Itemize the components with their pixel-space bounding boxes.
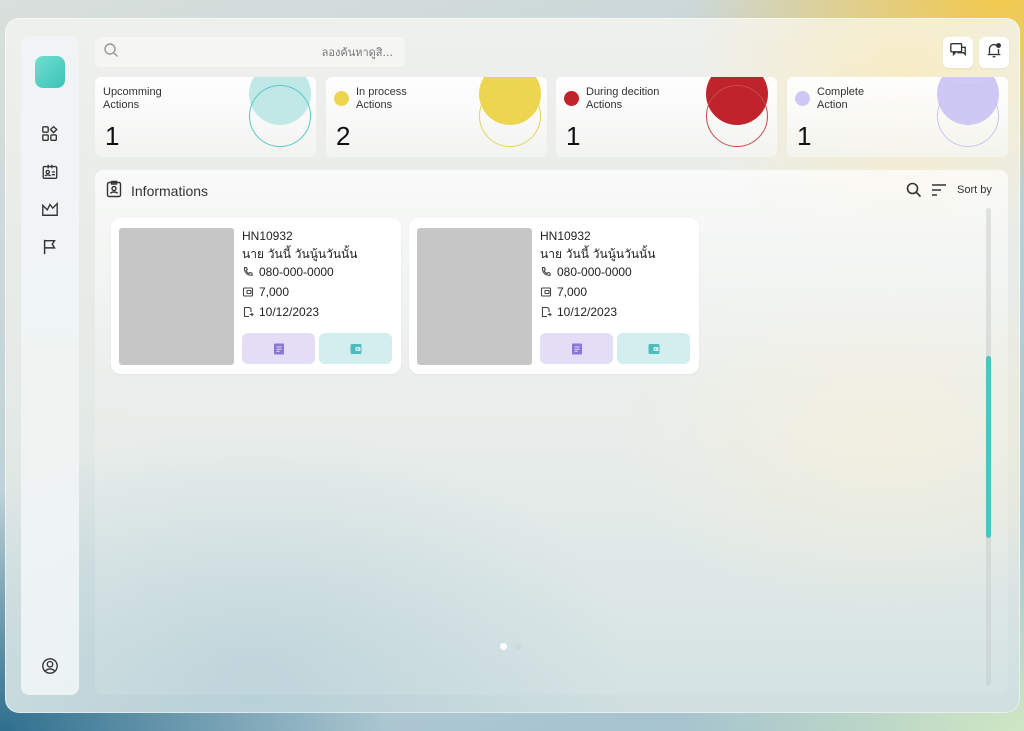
wallet-button[interactable] <box>617 333 690 364</box>
date-row: 10/12/2023 <box>540 305 617 319</box>
stat-value: 1 <box>566 121 581 151</box>
search-icon <box>103 42 119 63</box>
phone-row: 080-000-0000 <box>540 265 632 279</box>
flag-icon[interactable] <box>40 237 60 257</box>
patient-amount: 7,000 <box>557 285 588 299</box>
wallet-icon <box>540 287 552 297</box>
contact-clipboard-icon <box>105 180 123 198</box>
amount-row: 7,000 <box>242 285 289 299</box>
scrollbar-thumb[interactable] <box>986 356 991 538</box>
pagination-dots <box>500 643 522 650</box>
stat-card-complete[interactable]: Complete Action 1 <box>787 77 1008 157</box>
patient-name: นาย วันนี้ วันนู้นวันนั้น <box>242 247 358 261</box>
patient-card[interactable]: HN10932 นาย วันนี้ วันนู้นวันนั้น 080-00… <box>409 218 699 374</box>
wallet-icon <box>648 343 659 354</box>
notification-bell-icon <box>985 41 1003 64</box>
app-logo[interactable] <box>35 56 65 88</box>
during-decision-status-dot <box>564 91 579 106</box>
stat-card-during-decision[interactable]: During decition Actions 1 <box>556 77 777 157</box>
patient-amount: 7,000 <box>259 285 290 299</box>
document-button[interactable] <box>242 333 315 364</box>
informations-panel: Informations Sort by HN10932 นาย วันนี้ … <box>95 170 1008 695</box>
sidebar <box>21 36 79 695</box>
phone-row: 080-000-0000 <box>242 265 334 279</box>
search-input[interactable] <box>119 45 397 59</box>
search-bar[interactable] <box>95 37 405 67</box>
patient-photo <box>119 228 234 365</box>
amount-row: 7,000 <box>540 285 587 299</box>
panel-search-icon[interactable] <box>905 181 923 199</box>
complete-status-dot <box>795 91 810 106</box>
phone-icon <box>243 266 253 276</box>
wallet-icon <box>350 343 361 354</box>
during-decision-decor-ring <box>706 85 768 147</box>
stat-value: 2 <box>336 121 351 151</box>
wallet-icon <box>242 287 254 297</box>
stat-card-in-process[interactable]: In process Actions 2 <box>326 77 547 157</box>
chat-button[interactable] <box>943 37 973 68</box>
stat-label: Upcomming Actions <box>103 86 162 111</box>
in-process-decor-ring <box>479 85 541 147</box>
phone-icon <box>541 266 551 276</box>
patient-name: นาย วันนี้ วันนู้นวันนั้น <box>540 247 656 261</box>
chat-icon <box>949 41 967 64</box>
patient-card[interactable]: HN10932 นาย วันนี้ วันนู้นวันนั้น 080-00… <box>111 218 401 374</box>
stat-label: In process Actions <box>356 86 407 111</box>
patient-hn: HN10932 <box>242 229 293 243</box>
stat-card-upcoming[interactable]: Upcomming Actions 1 <box>95 77 316 157</box>
document-icon <box>571 343 582 354</box>
date-row: 10/12/2023 <box>242 305 319 319</box>
document-button[interactable] <box>540 333 613 364</box>
wallet-button[interactable] <box>319 333 392 364</box>
stat-label: Complete Action <box>817 86 865 111</box>
notification-button[interactable] <box>979 37 1009 68</box>
patient-date: 10/12/2023 <box>557 305 618 319</box>
page-dot-active[interactable] <box>500 643 507 650</box>
patient-photo <box>417 228 532 365</box>
complete-decor-ring <box>937 85 999 147</box>
section-title: Informations <box>131 183 209 199</box>
patient-phone: 080-000-0000 <box>259 265 334 279</box>
in-process-status-dot <box>334 91 349 106</box>
scrollbar[interactable] <box>986 208 991 686</box>
page-dot[interactable] <box>515 643 522 650</box>
stat-value: 1 <box>105 121 120 151</box>
document-icon <box>273 343 284 354</box>
patient-hn: HN10932 <box>540 229 591 243</box>
chart-icon[interactable] <box>40 199 60 219</box>
patient-phone: 080-000-0000 <box>557 265 632 279</box>
document-arrow-icon <box>541 306 552 318</box>
stat-value: 1 <box>797 121 812 151</box>
sort-icon[interactable] <box>930 182 948 198</box>
upcoming-decor-ring <box>249 85 311 147</box>
document-arrow-icon <box>243 306 254 318</box>
sort-by-button[interactable]: Sort by <box>957 184 992 196</box>
patient-date: 10/12/2023 <box>259 305 320 319</box>
id-card-icon[interactable] <box>40 162 60 182</box>
user-profile-icon[interactable] <box>40 656 60 676</box>
stat-label: During decition Actions <box>586 86 660 111</box>
dashboard-icon[interactable] <box>40 124 60 144</box>
